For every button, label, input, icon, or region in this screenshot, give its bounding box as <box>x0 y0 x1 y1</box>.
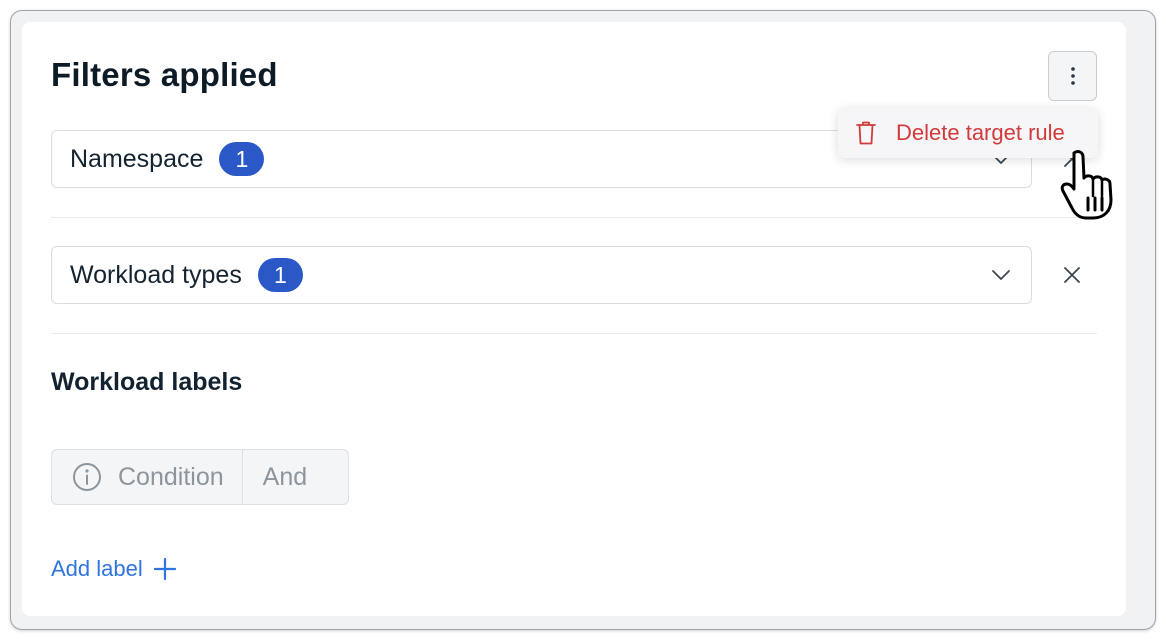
workload-types-select[interactable]: Workload types 1 <box>51 246 1032 304</box>
delete-target-rule-label: Delete target rule <box>896 120 1065 145</box>
divider <box>51 333 1097 334</box>
context-menu: Delete target rule <box>838 108 1098 158</box>
page-title: Filters applied <box>51 56 278 93</box>
add-label-text: Add label <box>51 556 143 581</box>
condition-button[interactable]: Condition <box>52 450 242 504</box>
more-options-button[interactable] <box>1048 51 1097 101</box>
add-label-button[interactable]: Add label <box>51 556 177 582</box>
info-icon <box>73 463 101 491</box>
condition-label: Condition <box>118 462 224 491</box>
more-vertical-icon <box>1070 67 1075 85</box>
namespace-label: Namespace <box>70 144 204 173</box>
chevron-down-icon <box>992 270 1010 280</box>
namespace-count-badge: 1 <box>219 142 265 176</box>
trash-icon <box>856 121 876 145</box>
condition-group: Condition And <box>51 449 349 505</box>
remove-workload-types-filter-button[interactable] <box>1058 261 1086 289</box>
workload-labels-heading: Workload labels <box>51 368 243 396</box>
hand-pointer-cursor-icon <box>1060 150 1113 220</box>
divider <box>51 217 1097 218</box>
workload-types-count-badge: 1 <box>257 258 303 292</box>
and-operator-label: And <box>262 462 308 491</box>
close-icon <box>1064 267 1080 283</box>
plus-icon <box>153 557 176 581</box>
and-operator-button[interactable]: And <box>241 450 325 504</box>
workload-types-label: Workload types <box>70 260 242 289</box>
delete-target-rule-menu-item[interactable]: Delete target rule <box>854 120 1065 146</box>
